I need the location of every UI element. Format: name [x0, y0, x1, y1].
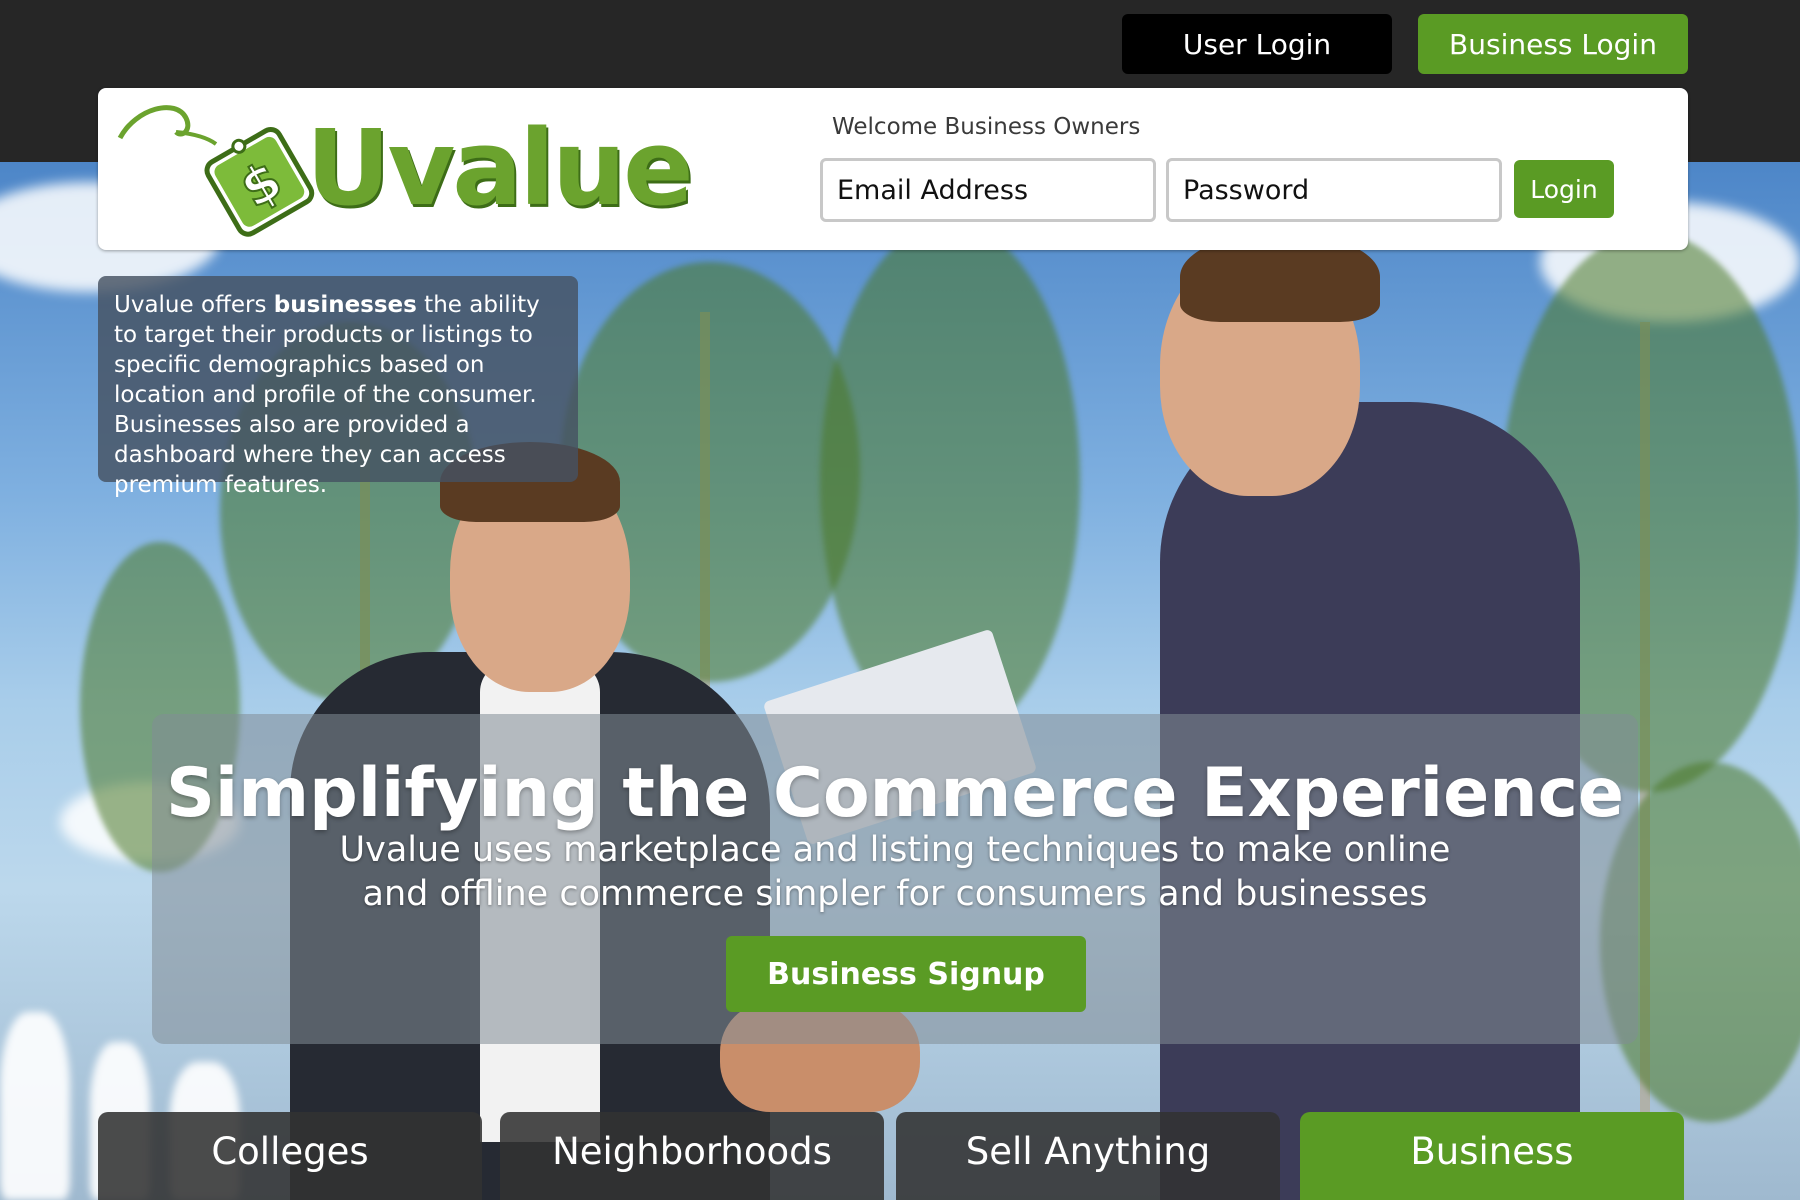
tab-sell-anything[interactable]: Sell Anything [896, 1112, 1280, 1200]
welcome-text: Welcome Business Owners [832, 114, 1141, 140]
banner-subtitle-line2: and offline commerce simpler for consume… [362, 874, 1428, 914]
tab-colleges[interactable]: Colleges [98, 1112, 482, 1200]
email-field[interactable] [820, 158, 1156, 222]
hero-banner: Simplifying the Commerce Experience Uval… [152, 714, 1638, 1044]
login-button[interactable]: Login [1514, 160, 1614, 218]
business-login-button[interactable]: Business Login [1418, 14, 1688, 74]
tab-business[interactable]: Business [1300, 1112, 1684, 1200]
business-signup-button[interactable]: Business Signup [726, 936, 1086, 1012]
header-card: $ Uvalue Welcome Business Owners Login [98, 88, 1688, 250]
business-info-box: Uvalue offers businesses the ability to … [98, 276, 578, 498]
info-text-start: Uvalue offers [114, 292, 274, 318]
banner-title: Simplifying the Commerce Experience [165, 754, 1625, 833]
info-text-bold: businesses [273, 292, 417, 318]
password-field[interactable] [1166, 158, 1502, 222]
info-text-rest: the ability to target their products or … [114, 292, 540, 498]
user-login-button[interactable]: User Login [1122, 14, 1392, 74]
banner-subtitle-line1: Uvalue uses marketplace and listing tech… [339, 830, 1451, 870]
uvalue-logo[interactable]: $ Uvalue [116, 98, 694, 238]
logo-text: Uvalue [306, 107, 694, 229]
dollar-price-tag-icon: $ [117, 105, 315, 237]
tab-neighborhoods[interactable]: Neighborhoods [500, 1112, 884, 1200]
